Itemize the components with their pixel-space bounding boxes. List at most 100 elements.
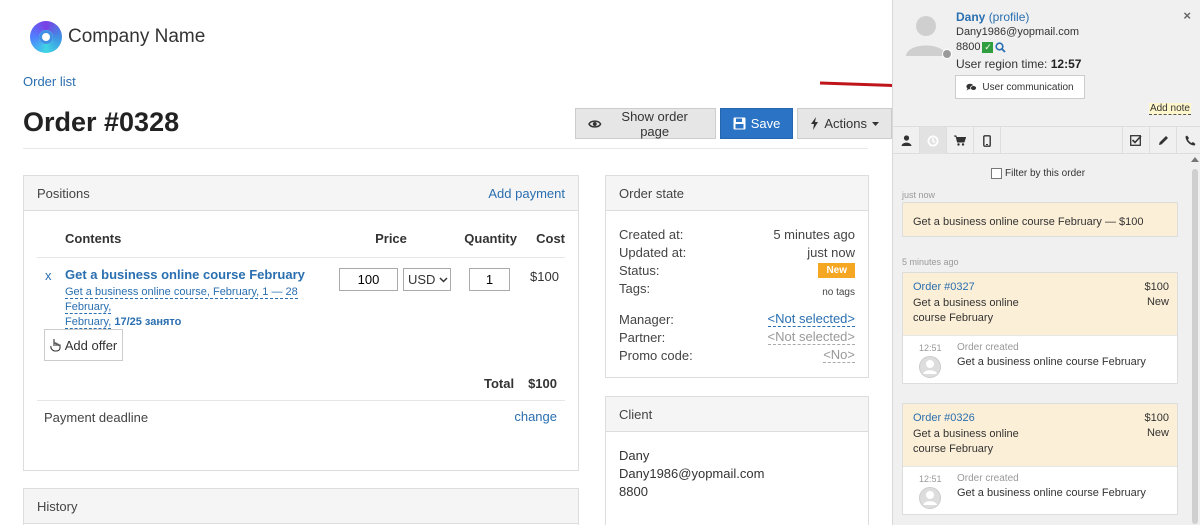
filter-label: Filter by this order xyxy=(1005,168,1086,179)
event-label: Order created xyxy=(957,473,1019,484)
partner-label: Partner: xyxy=(619,330,666,345)
tab-mobile[interactable] xyxy=(974,127,1001,154)
change-deadline-link[interactable]: change xyxy=(514,409,557,424)
region-time-value: 12:57 xyxy=(1050,57,1082,71)
add-offer-button[interactable]: Add offer xyxy=(44,329,123,361)
user-avatar[interactable] xyxy=(903,10,949,56)
tab-cart[interactable] xyxy=(947,127,974,154)
chevron-down-icon xyxy=(439,276,448,283)
history-panel: History xyxy=(23,488,579,525)
user-profile-link[interactable]: (profile) xyxy=(989,10,1030,24)
add-note-link[interactable]: Add note xyxy=(1148,103,1191,115)
show-order-page-label: Show order page xyxy=(621,108,688,139)
user-icon xyxy=(901,135,911,146)
user-name-line: Dany (profile) xyxy=(956,10,1029,24)
updated-value: just now xyxy=(807,245,855,260)
remove-position-button[interactable]: x xyxy=(45,268,52,283)
user-region-time: User region time: 12:57 xyxy=(956,57,1081,71)
col-contents: Contents xyxy=(37,231,337,258)
event-text: Get a business online course February xyxy=(957,356,1146,368)
manager-select[interactable]: <Not selected> xyxy=(767,312,855,327)
tags-value[interactable]: no tags xyxy=(822,287,855,298)
col-price: Price xyxy=(337,231,445,258)
user-name-link[interactable]: Dany xyxy=(956,10,985,24)
partner-select[interactable]: <Not selected> xyxy=(767,330,855,345)
close-sidebar-button[interactable]: × xyxy=(1183,8,1191,23)
actions-dropdown-button[interactable]: Actions xyxy=(797,108,892,139)
mobile-icon xyxy=(983,134,991,147)
feed-scrollbar[interactable] xyxy=(1190,155,1200,525)
filter-by-order[interactable]: Filter by this order xyxy=(991,168,1085,179)
scroll-up-arrow-icon[interactable] xyxy=(1191,157,1199,162)
manager-row: Manager: <Not selected> xyxy=(619,312,855,327)
position-description[interactable]: Get a business online course, February, … xyxy=(65,285,327,330)
order-number-link[interactable]: Order #0326 xyxy=(913,412,975,424)
client-email: Dany1986@yopmail.com xyxy=(619,466,765,481)
order-card[interactable]: Order #0326 $100 Get a business online c… xyxy=(902,403,1178,515)
title-divider xyxy=(23,148,868,149)
position-seats: 17/25 занято xyxy=(114,316,182,328)
just-now-label: just now xyxy=(902,190,936,200)
save-button[interactable]: Save xyxy=(719,108,794,139)
cart-icon xyxy=(954,135,966,146)
payment-deadline-label: Payment deadline xyxy=(44,410,149,425)
price-input[interactable] xyxy=(339,268,398,291)
order-event: 12:51 Order created Get a business onlin… xyxy=(903,467,1177,515)
order-state-title: Order state xyxy=(619,185,685,201)
order-status: New xyxy=(1146,427,1169,439)
status-badge[interactable]: New xyxy=(818,263,855,278)
currency-select[interactable]: USD xyxy=(403,268,451,291)
event-text: Get a business online course February xyxy=(957,487,1146,499)
promo-select[interactable]: <No> xyxy=(823,348,855,363)
order-toolbar: Show order page Save Actions xyxy=(575,108,892,139)
order-number-link[interactable]: Order #0327 xyxy=(913,281,975,293)
client-title: Client xyxy=(619,406,653,422)
tags-row: Tags: no tags xyxy=(619,281,855,298)
show-order-page-button[interactable]: Show order page xyxy=(575,108,716,139)
client-header: Client xyxy=(606,397,868,432)
eye-icon xyxy=(588,119,602,128)
positions-table: Contents Price Quantity Cost xyxy=(37,231,565,258)
quantity-input[interactable] xyxy=(469,268,510,291)
order-state-panel: Order state Created at: 5 minutes ago Up… xyxy=(605,175,869,378)
tab-phone[interactable] xyxy=(1176,127,1200,154)
updated-label: Updated at: xyxy=(619,245,687,260)
add-payment-link[interactable]: Add payment xyxy=(488,186,565,201)
tab-history[interactable] xyxy=(920,127,947,154)
status-label: Status: xyxy=(619,263,660,278)
filter-checkbox[interactable] xyxy=(991,168,1002,179)
event-label: Order created xyxy=(957,342,1019,353)
recent-event-card[interactable]: Get a business online course February — … xyxy=(902,202,1178,237)
tab-edit[interactable] xyxy=(1149,127,1176,154)
order-price: $100 xyxy=(1144,412,1169,424)
order-event: 12:51 Order created Get a business onlin… xyxy=(903,336,1177,384)
brand-logo[interactable]: Company Name xyxy=(30,21,205,53)
checklist-icon xyxy=(1130,135,1142,146)
order-list-link[interactable]: Order list xyxy=(23,74,76,89)
tab-user[interactable] xyxy=(893,127,920,154)
caret-down-icon xyxy=(872,121,879,126)
phone-icon xyxy=(1185,135,1195,146)
total-label: Total xyxy=(483,376,515,391)
positions-title: Positions xyxy=(37,185,90,201)
search-icon[interactable] xyxy=(995,41,1007,53)
position-cost: $100 xyxy=(530,269,559,284)
position-name-link[interactable]: Get a business online course February xyxy=(65,267,305,282)
history-icon xyxy=(927,135,939,146)
partner-row: Partner: <Not selected> xyxy=(619,330,855,345)
main-content: Company Name Order list Order #0328 Show… xyxy=(0,0,892,525)
client-name-link[interactable]: Dany xyxy=(619,448,649,463)
tab-checklist[interactable] xyxy=(1122,127,1149,154)
position-desc-line2: February, xyxy=(65,316,112,329)
page-title: Order #0328 xyxy=(23,107,180,137)
recent-event-text: Get a business online course February — … xyxy=(913,216,1144,228)
promo-label: Promo code: xyxy=(619,348,693,363)
user-status-dot xyxy=(942,49,952,59)
hand-pointer-icon xyxy=(49,339,61,352)
currency-value: USD xyxy=(408,272,436,287)
user-communication-button[interactable]: User communication xyxy=(955,75,1085,99)
actions-label: Actions xyxy=(824,116,867,131)
scroll-thumb[interactable] xyxy=(1192,169,1198,524)
save-label: Save xyxy=(750,116,781,131)
order-card[interactable]: Order #0327 $100 Get a business online c… xyxy=(902,272,1178,384)
